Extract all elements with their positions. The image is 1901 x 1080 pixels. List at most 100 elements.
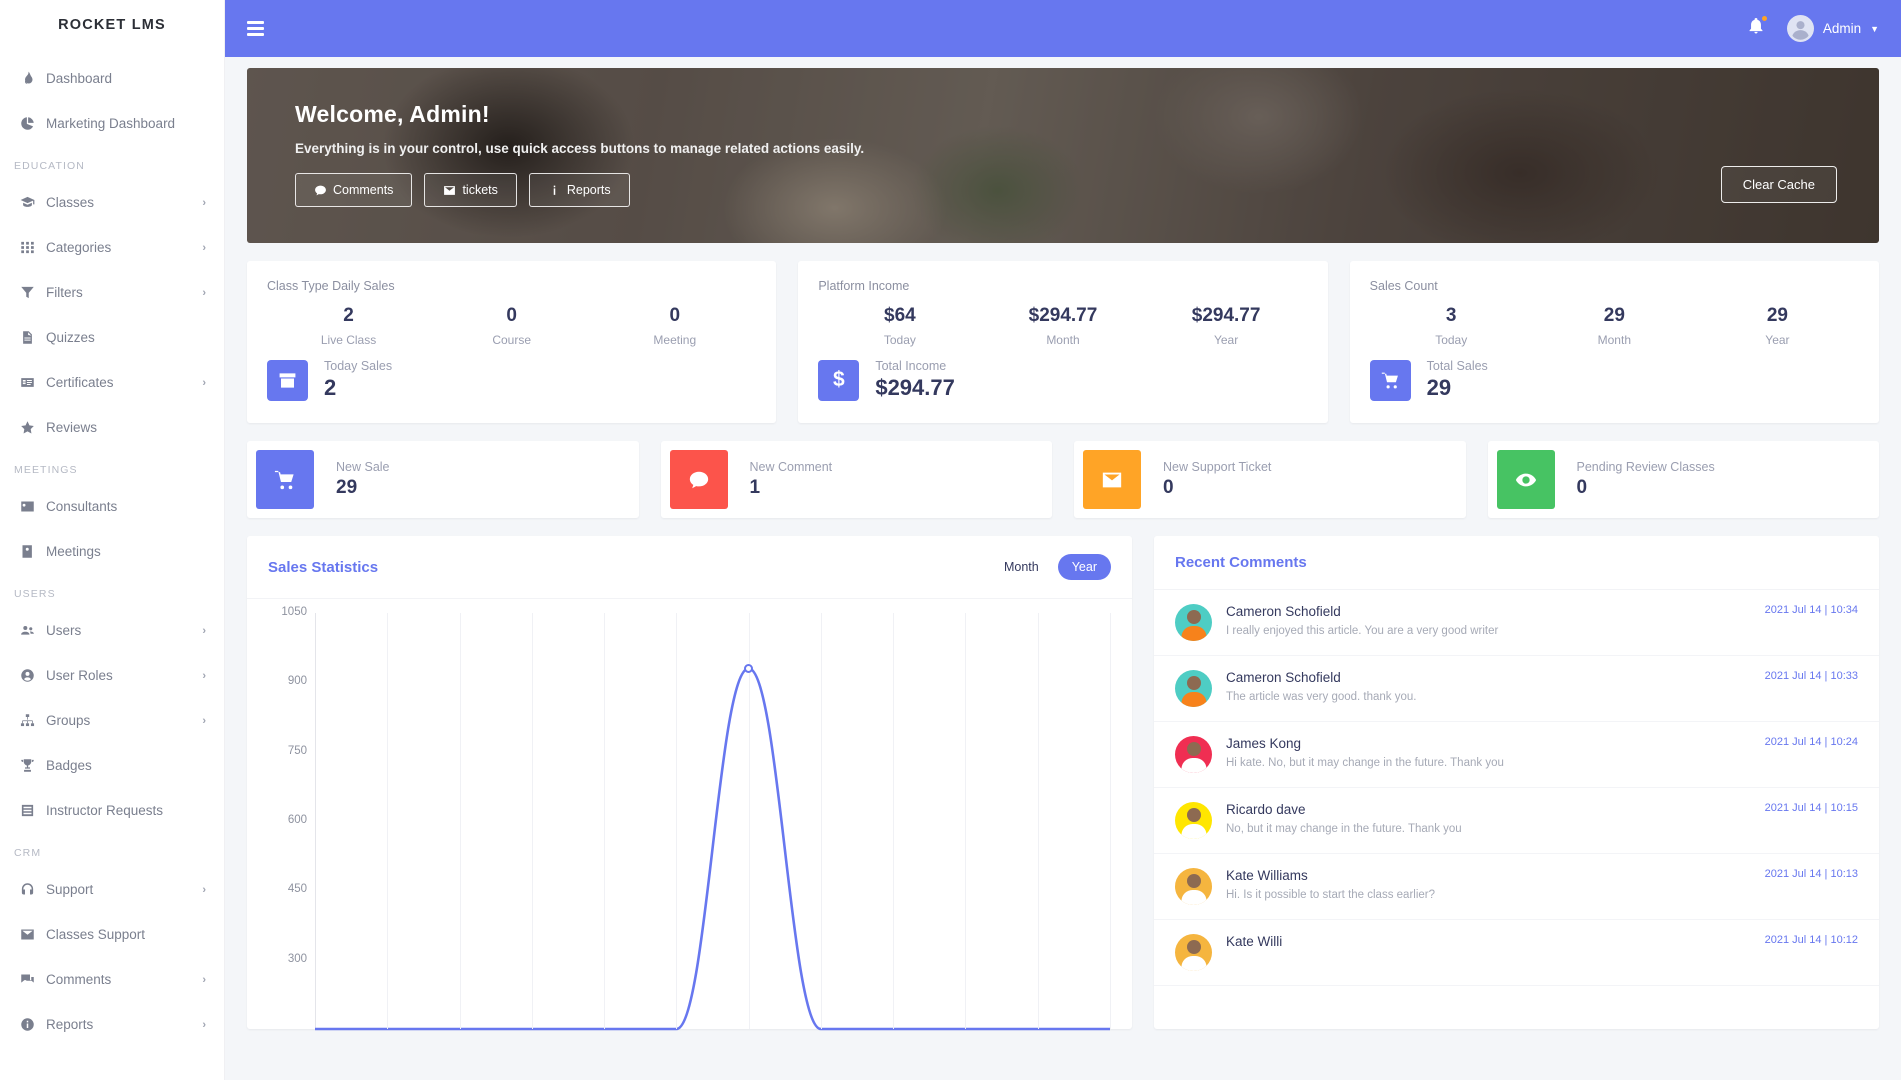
shopping-cart-icon xyxy=(1369,359,1411,401)
bell-icon[interactable] xyxy=(1747,16,1767,40)
sidebar-item-comments[interactable]: Comments › xyxy=(0,957,224,1002)
chevron-right-icon: › xyxy=(202,196,206,209)
banner-button-reports[interactable]: Reports xyxy=(528,173,630,207)
star-icon xyxy=(20,420,46,435)
sidebar-item-label: Reports xyxy=(46,1017,94,1032)
sidebar-item-label: Marketing Dashboard xyxy=(46,116,176,131)
sidebar-item-marketing-dashboard[interactable]: Marketing Dashboard xyxy=(0,101,224,146)
metric-tile-new-support-ticket[interactable]: New Support Ticket 0 xyxy=(1074,441,1466,518)
id-card-icon xyxy=(20,499,46,514)
comment-item[interactable]: James Kong Hi kate. No, but it may change… xyxy=(1154,722,1879,788)
user-menu[interactable]: Admin ▼ xyxy=(1786,15,1879,42)
comment-item[interactable]: Kate Williams Hi. Is it possible to start… xyxy=(1154,854,1879,920)
chart-data-point[interactable] xyxy=(744,663,754,673)
sidebar-item-groups[interactable]: Groups › xyxy=(0,698,224,743)
welcome-banner: Welcome, Admin! Everything is in your co… xyxy=(247,68,1879,243)
chart-toggle-year[interactable]: Year xyxy=(1057,554,1111,580)
stat-footer-value: 29 xyxy=(1426,375,1452,400)
stat-metric: 0 Course xyxy=(430,305,593,347)
chart-gridline xyxy=(531,613,533,1029)
chart-gridline xyxy=(387,613,389,1029)
stat-metric: 2 Live Class xyxy=(267,305,430,347)
comment-timestamp: 2021 Jul 14 | 10:24 xyxy=(1764,736,1858,748)
sidebar-nav: Dashboard Marketing Dashboard EDUCATION Cla… xyxy=(0,50,224,1047)
comment-item[interactable]: Cameron Schofield The article was very go… xyxy=(1154,656,1879,722)
comment-item[interactable]: Cameron Schofield I really enjoyed this a… xyxy=(1154,590,1879,656)
metric-tile-label: Pending Review Classes xyxy=(1576,460,1715,474)
chart-gridline xyxy=(1110,613,1111,1029)
brand-logo[interactable]: ROCKET LMS xyxy=(0,0,224,50)
sidebar-item-consultants[interactable]: Consultants xyxy=(0,484,224,529)
sidebar-item-users[interactable]: Users › xyxy=(0,608,224,653)
stat-metric: $294.77 Month xyxy=(981,305,1144,347)
banner-button-label: Comments xyxy=(333,183,394,197)
sidebar-item-label: Meetings xyxy=(46,544,101,559)
comment-item[interactable]: Kate Willi 2021 Jul 14 | 10:12 xyxy=(1154,920,1879,986)
sidebar-item-reviews[interactable]: Reviews xyxy=(0,405,224,450)
metric-tile-label: New Support Ticket xyxy=(1163,460,1272,474)
sidebar-item-label: Comments xyxy=(46,972,112,987)
metric-tile-pending-review-classes[interactable]: Pending Review Classes 0 xyxy=(1487,441,1879,518)
chevron-down-icon: ▼ xyxy=(1870,23,1879,34)
sidebar-item-label: Consultants xyxy=(46,499,118,514)
comment-item[interactable]: Ricardo dave No, but it may change in the… xyxy=(1154,788,1879,854)
stat-metric-value: 0 xyxy=(506,305,517,326)
sidebar-item-classes[interactable]: Classes › xyxy=(0,180,224,225)
stat-card-class-type-daily-sales: Class Type Daily Sales 2 Live Class 0 Course… xyxy=(247,261,777,423)
sidebar-item-label: Classes xyxy=(46,195,95,210)
banner-button-comments[interactable]: Comments xyxy=(295,173,413,207)
metric-tile-value: 0 xyxy=(1576,477,1588,498)
recent-comments-card: Recent Comments Cameron Schofield I reall… xyxy=(1154,536,1879,1029)
envelope-icon xyxy=(20,927,46,942)
metric-tile-new-comment[interactable]: New Comment 1 xyxy=(660,441,1052,518)
comment-timestamp: 2021 Jul 14 | 10:12 xyxy=(1764,934,1858,946)
top-bar: Admin ▼ xyxy=(225,0,1901,57)
banner-button-tickets[interactable]: tickets xyxy=(424,173,517,207)
topbar-right: Admin ▼ xyxy=(1747,15,1879,42)
sidebar-item-classes-support[interactable]: Classes Support xyxy=(0,912,224,957)
metric-tile-label: New Comment xyxy=(749,460,833,474)
page-title: Welcome, Admin! xyxy=(295,101,490,127)
chart-gridline xyxy=(604,613,606,1029)
comment-author: Ricardo dave xyxy=(1226,802,1306,817)
sidebar-item-label: Badges xyxy=(46,758,92,773)
chevron-right-icon: › xyxy=(202,241,206,254)
chart-gridline xyxy=(676,613,678,1029)
sidebar-item-user-roles[interactable]: User Roles › xyxy=(0,653,224,698)
chart-gridline xyxy=(820,613,822,1029)
stat-metric-label: Month xyxy=(1597,333,1631,347)
comment-text: The article was very good. thank you. xyxy=(1226,691,1417,703)
sidebar-item-filters[interactable]: Filters › xyxy=(0,270,224,315)
chart-toggle-month[interactable]: Month xyxy=(990,554,1053,580)
banner-button-label: Reports xyxy=(566,183,611,197)
recent-comments-list: Cameron Schofield I really enjoyed this a… xyxy=(1154,590,1879,986)
metric-tile-new-sale[interactable]: New Sale 29 xyxy=(247,441,639,518)
clear-cache-button[interactable]: Clear Cache xyxy=(1720,166,1837,203)
sidebar-item-reports[interactable]: Reports › xyxy=(0,1002,224,1047)
envelope-icon xyxy=(443,184,456,197)
banner-subtitle: Everything is in your control, use quick… xyxy=(295,141,865,156)
sidebar-item-instructor-requests[interactable]: Instructor Requests xyxy=(0,788,224,833)
stat-metric-row: 3 Today 29 Month 29 Year xyxy=(1370,305,1859,347)
comment-author: Kate Williams xyxy=(1226,868,1308,883)
hamburger-icon[interactable] xyxy=(247,21,264,36)
sidebar-item-support[interactable]: Support › xyxy=(0,867,224,912)
sidebar-item-dashboard[interactable]: Dashboard xyxy=(0,56,224,101)
metric-tile-label: New Sale xyxy=(336,460,390,474)
stat-metric-label: Meeting xyxy=(653,333,697,347)
sidebar-item-badges[interactable]: Badges xyxy=(0,743,224,788)
headset-icon xyxy=(20,882,46,897)
sales-chart: 1050 900 750 600 450 300 xyxy=(247,599,1132,1029)
sidebar-item-certificates[interactable]: Certificates › xyxy=(0,360,224,405)
sidebar-item-label: Dashboard xyxy=(46,71,113,86)
stat-metric-row: 2 Live Class 0 Course 0 Meeting xyxy=(267,305,756,347)
sidebar-item-label: Support xyxy=(46,882,94,897)
chart-gridline xyxy=(748,613,750,1029)
stat-card-footer: Today Sales 2 xyxy=(247,347,776,423)
stat-metric-label: Month xyxy=(1046,333,1080,347)
sidebar-item-meetings[interactable]: Meetings xyxy=(0,529,224,574)
sidebar-item-quizzes[interactable]: Quizzes xyxy=(0,315,224,360)
sidebar-item-categories[interactable]: Categories › xyxy=(0,225,224,270)
stat-card-footer: Total Sales 29 xyxy=(1350,347,1879,423)
user-circle-icon xyxy=(20,668,46,683)
